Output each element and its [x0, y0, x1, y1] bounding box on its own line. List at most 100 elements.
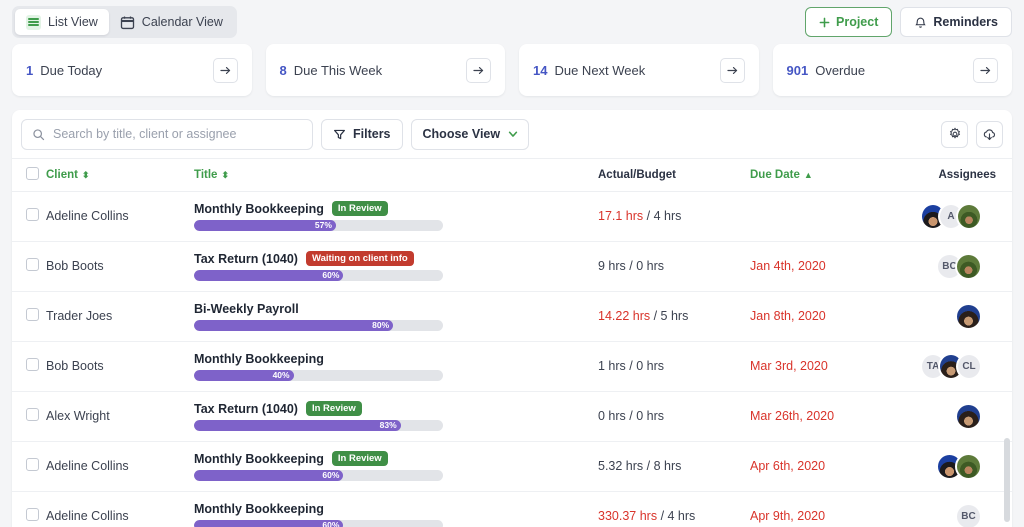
tab-calendar-view[interactable]: Calendar View: [109, 9, 234, 35]
column-header-title[interactable]: Title ⬍: [194, 159, 598, 192]
actual-hours: 14.22 hrs: [598, 309, 651, 323]
filters-button[interactable]: Filters: [321, 118, 403, 150]
add-project-button[interactable]: Project: [805, 7, 893, 37]
project-title[interactable]: Tax Return (1040): [194, 252, 298, 266]
row-checkbox[interactable]: [26, 508, 39, 521]
due-date: Apr 6th, 2020: [750, 459, 826, 473]
progress-percent: 60%: [322, 270, 340, 280]
project-title[interactable]: Monthly Bookkeeping: [194, 452, 324, 466]
avatar[interactable]: [955, 402, 982, 430]
arrow-right-icon[interactable]: [973, 57, 998, 83]
chevron-down-icon: [507, 128, 519, 140]
actual-hours: 330.37 hrs: [598, 509, 658, 523]
avatar-group: A: [920, 202, 996, 230]
projects-panel: Filters Choose View: [12, 110, 1012, 527]
add-project-label: Project: [836, 15, 879, 29]
budget-hours: / 0 hrs: [629, 359, 665, 373]
project-title[interactable]: Monthly Bookkeeping: [194, 502, 324, 516]
table-row[interactable]: Trader Joes Bi-Weekly Payroll 80% 14.22 hrs…: [12, 291, 1012, 342]
cell-actual-budget: 1 hrs / 0 hrs: [598, 341, 750, 392]
stat-card-label: Overdue: [815, 62, 866, 78]
row-checkbox[interactable]: [26, 258, 39, 271]
row-checkbox[interactable]: [26, 358, 39, 371]
stat-card[interactable]: 14 Due Next Week: [519, 44, 759, 96]
column-header-title-label: Title: [194, 168, 218, 181]
title-line: Tax Return (1040) Waiting on client info: [194, 251, 598, 266]
choose-view-label: Choose View: [422, 127, 501, 141]
actual-hours: 1 hrs: [598, 359, 626, 373]
table-row[interactable]: Adeline Collins Monthly Bookkeeping In Rev…: [12, 191, 1012, 242]
table-scrollbar[interactable]: [1004, 160, 1010, 525]
avatar-group: [920, 402, 996, 430]
select-all-checkbox[interactable]: [26, 166, 39, 180]
title-line: Monthly Bookkeeping In Review: [194, 451, 598, 466]
sort-icon-title: ⬍: [221, 169, 228, 180]
cell-assignees: [920, 291, 1012, 342]
choose-view-dropdown[interactable]: Choose View: [410, 118, 529, 150]
row-select-cell: [12, 491, 46, 527]
progress-bar: 60%: [194, 469, 443, 481]
avatar[interactable]: [956, 202, 982, 230]
column-header-client[interactable]: Client ⬍: [46, 159, 194, 192]
table-scrollbar-thumb[interactable]: [1004, 438, 1010, 522]
project-title[interactable]: Monthly Bookkeeping: [194, 202, 324, 216]
row-checkbox[interactable]: [26, 458, 39, 471]
table-row[interactable]: Adeline Collins Monthly Bookkeeping In Rev…: [12, 441, 1012, 492]
cell-client: Adeline Collins: [46, 491, 194, 527]
tab-list-view[interactable]: List View: [15, 9, 109, 35]
avatar[interactable]: [955, 252, 982, 280]
cell-client: Adeline Collins: [46, 441, 194, 492]
row-checkbox[interactable]: [26, 408, 39, 421]
table-row[interactable]: Alex Wright Tax Return (1040) In Review 83%…: [12, 391, 1012, 442]
project-title[interactable]: Bi-Weekly Payroll: [194, 302, 299, 316]
stat-card[interactable]: 1 Due Today: [12, 44, 252, 96]
avatar-group: BC: [920, 502, 996, 527]
project-title[interactable]: Tax Return (1040): [194, 402, 298, 416]
budget-hours: / 0 hrs: [629, 409, 665, 423]
row-select-cell: [12, 391, 46, 442]
title-line: Monthly Bookkeeping: [194, 502, 598, 516]
cell-actual-budget: 5.32 hrs / 8 hrs: [598, 441, 750, 492]
cell-actual-budget: 14.22 hrs / 5 hrs: [598, 291, 750, 342]
arrow-right-icon[interactable]: [719, 57, 745, 83]
row-checkbox[interactable]: [26, 308, 39, 321]
actual-hours: 5.32 hrs: [598, 459, 644, 473]
row-select-cell: [12, 291, 46, 342]
download-button[interactable]: [976, 120, 1003, 148]
column-header-due-date[interactable]: Due Date ▲: [750, 159, 920, 192]
due-date: Jan 4th, 2020: [750, 259, 826, 273]
stat-card[interactable]: 8 Due This Week: [265, 44, 505, 96]
cell-due-date: Apr 9th, 2020: [750, 491, 920, 527]
cell-client: Adeline Collins: [46, 191, 194, 242]
cell-actual-budget: 9 hrs / 0 hrs: [598, 241, 750, 292]
bell-icon: [914, 16, 927, 29]
due-date: Jan 8th, 2020: [750, 309, 826, 323]
settings-button[interactable]: [941, 120, 968, 148]
row-select-cell: [12, 191, 46, 242]
avatar[interactable]: [955, 302, 982, 330]
avatar[interactable]: [955, 452, 982, 480]
stat-card-label: Due This Week: [293, 62, 383, 78]
avatar[interactable]: BC: [955, 502, 982, 527]
progress-bar: 40%: [194, 369, 443, 381]
search-icon: [32, 128, 45, 141]
search-input[interactable]: [53, 127, 302, 141]
gear-icon: [948, 127, 962, 141]
search-box[interactable]: [21, 118, 313, 150]
table-toolbar: Filters Choose View: [12, 110, 1012, 159]
table-row[interactable]: Bob Boots Monthly Bookkeeping 40% 1 hrs / 0…: [12, 341, 1012, 392]
reminders-label: Reminders: [933, 15, 998, 29]
arrow-right-icon[interactable]: [466, 57, 491, 83]
progress-bar-fill: 60%: [194, 269, 344, 281]
project-title[interactable]: Monthly Bookkeeping: [194, 352, 324, 366]
table-row[interactable]: Adeline Collins Monthly Bookkeeping 60% 330…: [12, 491, 1012, 527]
avatar[interactable]: CL: [956, 352, 982, 380]
progress-bar-fill: 83%: [194, 419, 401, 431]
reminders-button[interactable]: Reminders: [900, 7, 1012, 37]
table-row[interactable]: Bob Boots Tax Return (1040) Waiting on cli…: [12, 241, 1012, 292]
stat-card[interactable]: 901 Overdue: [772, 44, 1012, 96]
title-line: Tax Return (1040) In Review: [194, 401, 598, 416]
arrow-right-icon[interactable]: [212, 57, 238, 83]
row-checkbox[interactable]: [26, 208, 39, 221]
column-header-actual-budget[interactable]: Actual/Budget: [598, 159, 750, 192]
